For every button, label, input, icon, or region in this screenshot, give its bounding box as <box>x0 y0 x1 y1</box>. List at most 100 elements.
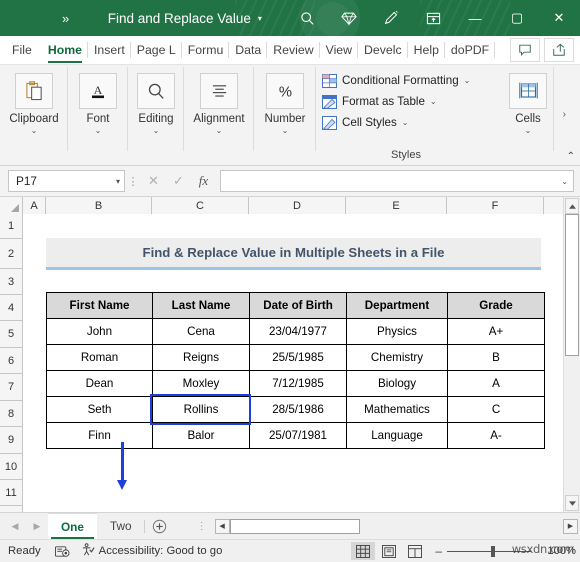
cell-styles-button[interactable]: Cell Styles ⌄ <box>316 112 496 133</box>
tab-developer[interactable]: Develc <box>358 36 408 64</box>
ribbon-group-cells[interactable]: Cells ⌄ <box>502 65 554 165</box>
normal-view-icon[interactable] <box>351 542 376 560</box>
row-header-11[interactable]: 11 <box>0 480 22 506</box>
page-break-preview-icon[interactable] <box>403 542 427 560</box>
cell-f7[interactable]: A <box>447 370 545 397</box>
row-header-3[interactable]: 3 <box>0 269 22 295</box>
data-table[interactable]: First Name Last Name Date of Birth Depar… <box>46 292 545 449</box>
tab-home[interactable]: Home <box>42 36 88 64</box>
column-header-c[interactable]: C <box>152 197 249 214</box>
cell-b8[interactable]: Seth <box>46 396 153 423</box>
cell-e8[interactable]: Mathematics <box>346 396 448 423</box>
formula-bar-handle[interactable]: ⋮ <box>125 175 141 188</box>
sheet-tab-split-handle[interactable]: ⋮ <box>197 521 207 532</box>
column-header-b[interactable]: B <box>46 197 152 214</box>
column-header-d[interactable]: D <box>249 197 346 214</box>
tab-page-layout[interactable]: Page L <box>131 36 182 64</box>
close-button[interactable]: ✕ <box>538 0 580 36</box>
maximize-button[interactable]: ▢ <box>496 0 538 36</box>
cell-c6[interactable]: Reigns <box>152 344 250 371</box>
chevron-down-icon[interactable]: ▾ <box>116 177 120 186</box>
tab-view[interactable]: View <box>320 36 359 64</box>
chevron-down-icon[interactable]: ⌄ <box>31 127 38 135</box>
tab-file[interactable]: File <box>0 36 42 64</box>
hscroll-left-button[interactable]: ◀ <box>214 518 230 534</box>
minimize-button[interactable]: — <box>454 0 496 36</box>
more-groups-button[interactable]: › <box>563 109 566 120</box>
zoom-slider-thumb[interactable] <box>491 545 495 557</box>
row-header-4[interactable]: 4 <box>0 295 22 321</box>
page-layout-icon[interactable] <box>377 542 401 560</box>
ribbon-group-clipboard[interactable]: Clipboard ⌄ <box>0 65 68 165</box>
format-as-table-button[interactable]: Format as Table ⌄ <box>316 91 496 112</box>
table-row[interactable]: Seth Rollins 28/5/1986 Mathematics C <box>46 396 545 423</box>
chevron-down-icon[interactable]: ⌄ <box>95 127 102 135</box>
cell-d9[interactable]: 25/07/1981 <box>249 422 347 449</box>
chevron-down-icon[interactable]: ⌄ <box>464 76 471 85</box>
sheet-tab-one[interactable]: One <box>48 513 97 539</box>
add-sheet-button[interactable] <box>145 514 175 538</box>
row-header-10[interactable]: 10 <box>0 454 22 480</box>
cell-c7-selected[interactable]: Moxley <box>152 370 250 397</box>
cell-b7[interactable]: Dean <box>46 370 153 397</box>
search-icon[interactable] <box>286 0 328 36</box>
cell-c5[interactable]: Cena <box>152 318 250 345</box>
name-box[interactable]: P17 ▾ <box>8 170 125 192</box>
tab-data[interactable]: Data <box>229 36 268 64</box>
chevron-down-icon[interactable]: ⌄ <box>216 127 223 135</box>
share-icon[interactable] <box>544 38 574 62</box>
cell-f9[interactable]: A- <box>447 422 545 449</box>
vertical-scrollbar[interactable] <box>563 197 580 512</box>
tab-review[interactable]: Review <box>267 36 320 64</box>
cell-c8[interactable]: Rollins <box>152 396 250 423</box>
quick-access-toolbar-more-button[interactable]: » <box>62 11 70 26</box>
chevron-down-icon[interactable]: ⌄ <box>153 127 160 135</box>
column-header-f[interactable]: F <box>447 197 544 214</box>
comments-icon[interactable] <box>510 38 540 62</box>
row-header-9[interactable]: 9 <box>0 427 22 454</box>
tab-help[interactable]: Help <box>408 36 445 64</box>
cell-d5[interactable]: 23/04/1977 <box>249 318 347 345</box>
cell-d8[interactable]: 28/5/1986 <box>249 396 347 423</box>
row-header-5[interactable]: 5 <box>0 321 22 348</box>
sheet-tab-two[interactable]: Two <box>97 514 145 539</box>
cell-f6[interactable]: B <box>447 344 545 371</box>
table-row[interactable]: Roman Reigns 25/5/1985 Chemistry B <box>46 344 545 371</box>
cell-e9[interactable]: Language <box>346 422 448 449</box>
column-header-e[interactable]: E <box>346 197 447 214</box>
cell-b5[interactable]: John <box>46 318 153 345</box>
chevron-down-icon[interactable]: ⌄ <box>402 118 409 127</box>
horizontal-scrollbar[interactable]: ◀ ▶ <box>214 518 578 534</box>
row-header-2[interactable]: 2 <box>0 239 22 269</box>
cell-b9[interactable]: Finn <box>46 422 153 449</box>
zoom-out-button[interactable]: – <box>435 544 442 558</box>
select-all-button[interactable] <box>0 197 23 214</box>
sheet-title-banner[interactable]: Find & Replace Value in Multiple Sheets … <box>46 238 541 270</box>
row-header-6[interactable]: 6 <box>0 348 22 374</box>
chevron-down-icon[interactable]: ⌄ <box>282 127 289 135</box>
chevron-down-icon[interactable]: ⌄ <box>525 127 532 135</box>
cell-area[interactable]: Find & Replace Value in Multiple Sheets … <box>23 214 580 512</box>
chevron-down-icon[interactable]: ⌄ <box>430 97 437 106</box>
ribbon-group-editing[interactable]: Editing ⌄ <box>128 65 184 165</box>
column-header-a[interactable]: A <box>23 197 46 214</box>
cell-c9[interactable]: Balor <box>152 422 250 449</box>
insert-function-button[interactable]: fx <box>191 171 216 191</box>
ribbon-display-options-icon[interactable] <box>412 0 454 36</box>
tab-dopdf[interactable]: doPDF <box>445 36 496 64</box>
next-sheet-button[interactable]: ▶ <box>26 515 48 537</box>
table-row[interactable]: John Cena 23/04/1977 Physics A+ <box>46 318 545 345</box>
enter-formula-button[interactable]: ✓ <box>166 171 191 191</box>
cell-d7[interactable]: 7/12/1985 <box>249 370 347 397</box>
row-header-7[interactable]: 7 <box>0 374 22 401</box>
tab-insert[interactable]: Insert <box>88 36 131 64</box>
cell-d6[interactable]: 25/5/1985 <box>249 344 347 371</box>
ribbon-group-alignment[interactable]: Alignment ⌄ <box>184 65 254 165</box>
record-macro-icon[interactable] <box>54 545 71 558</box>
expand-formula-bar-icon[interactable]: ⌄ <box>561 177 568 186</box>
ribbon-group-font[interactable]: A Font ⌄ <box>68 65 128 165</box>
tab-formulas[interactable]: Formu <box>182 36 230 64</box>
pen-icon[interactable] <box>370 0 412 36</box>
cell-b6[interactable]: Roman <box>46 344 153 371</box>
title-dropdown-caret-icon[interactable]: ▾ <box>258 14 262 23</box>
